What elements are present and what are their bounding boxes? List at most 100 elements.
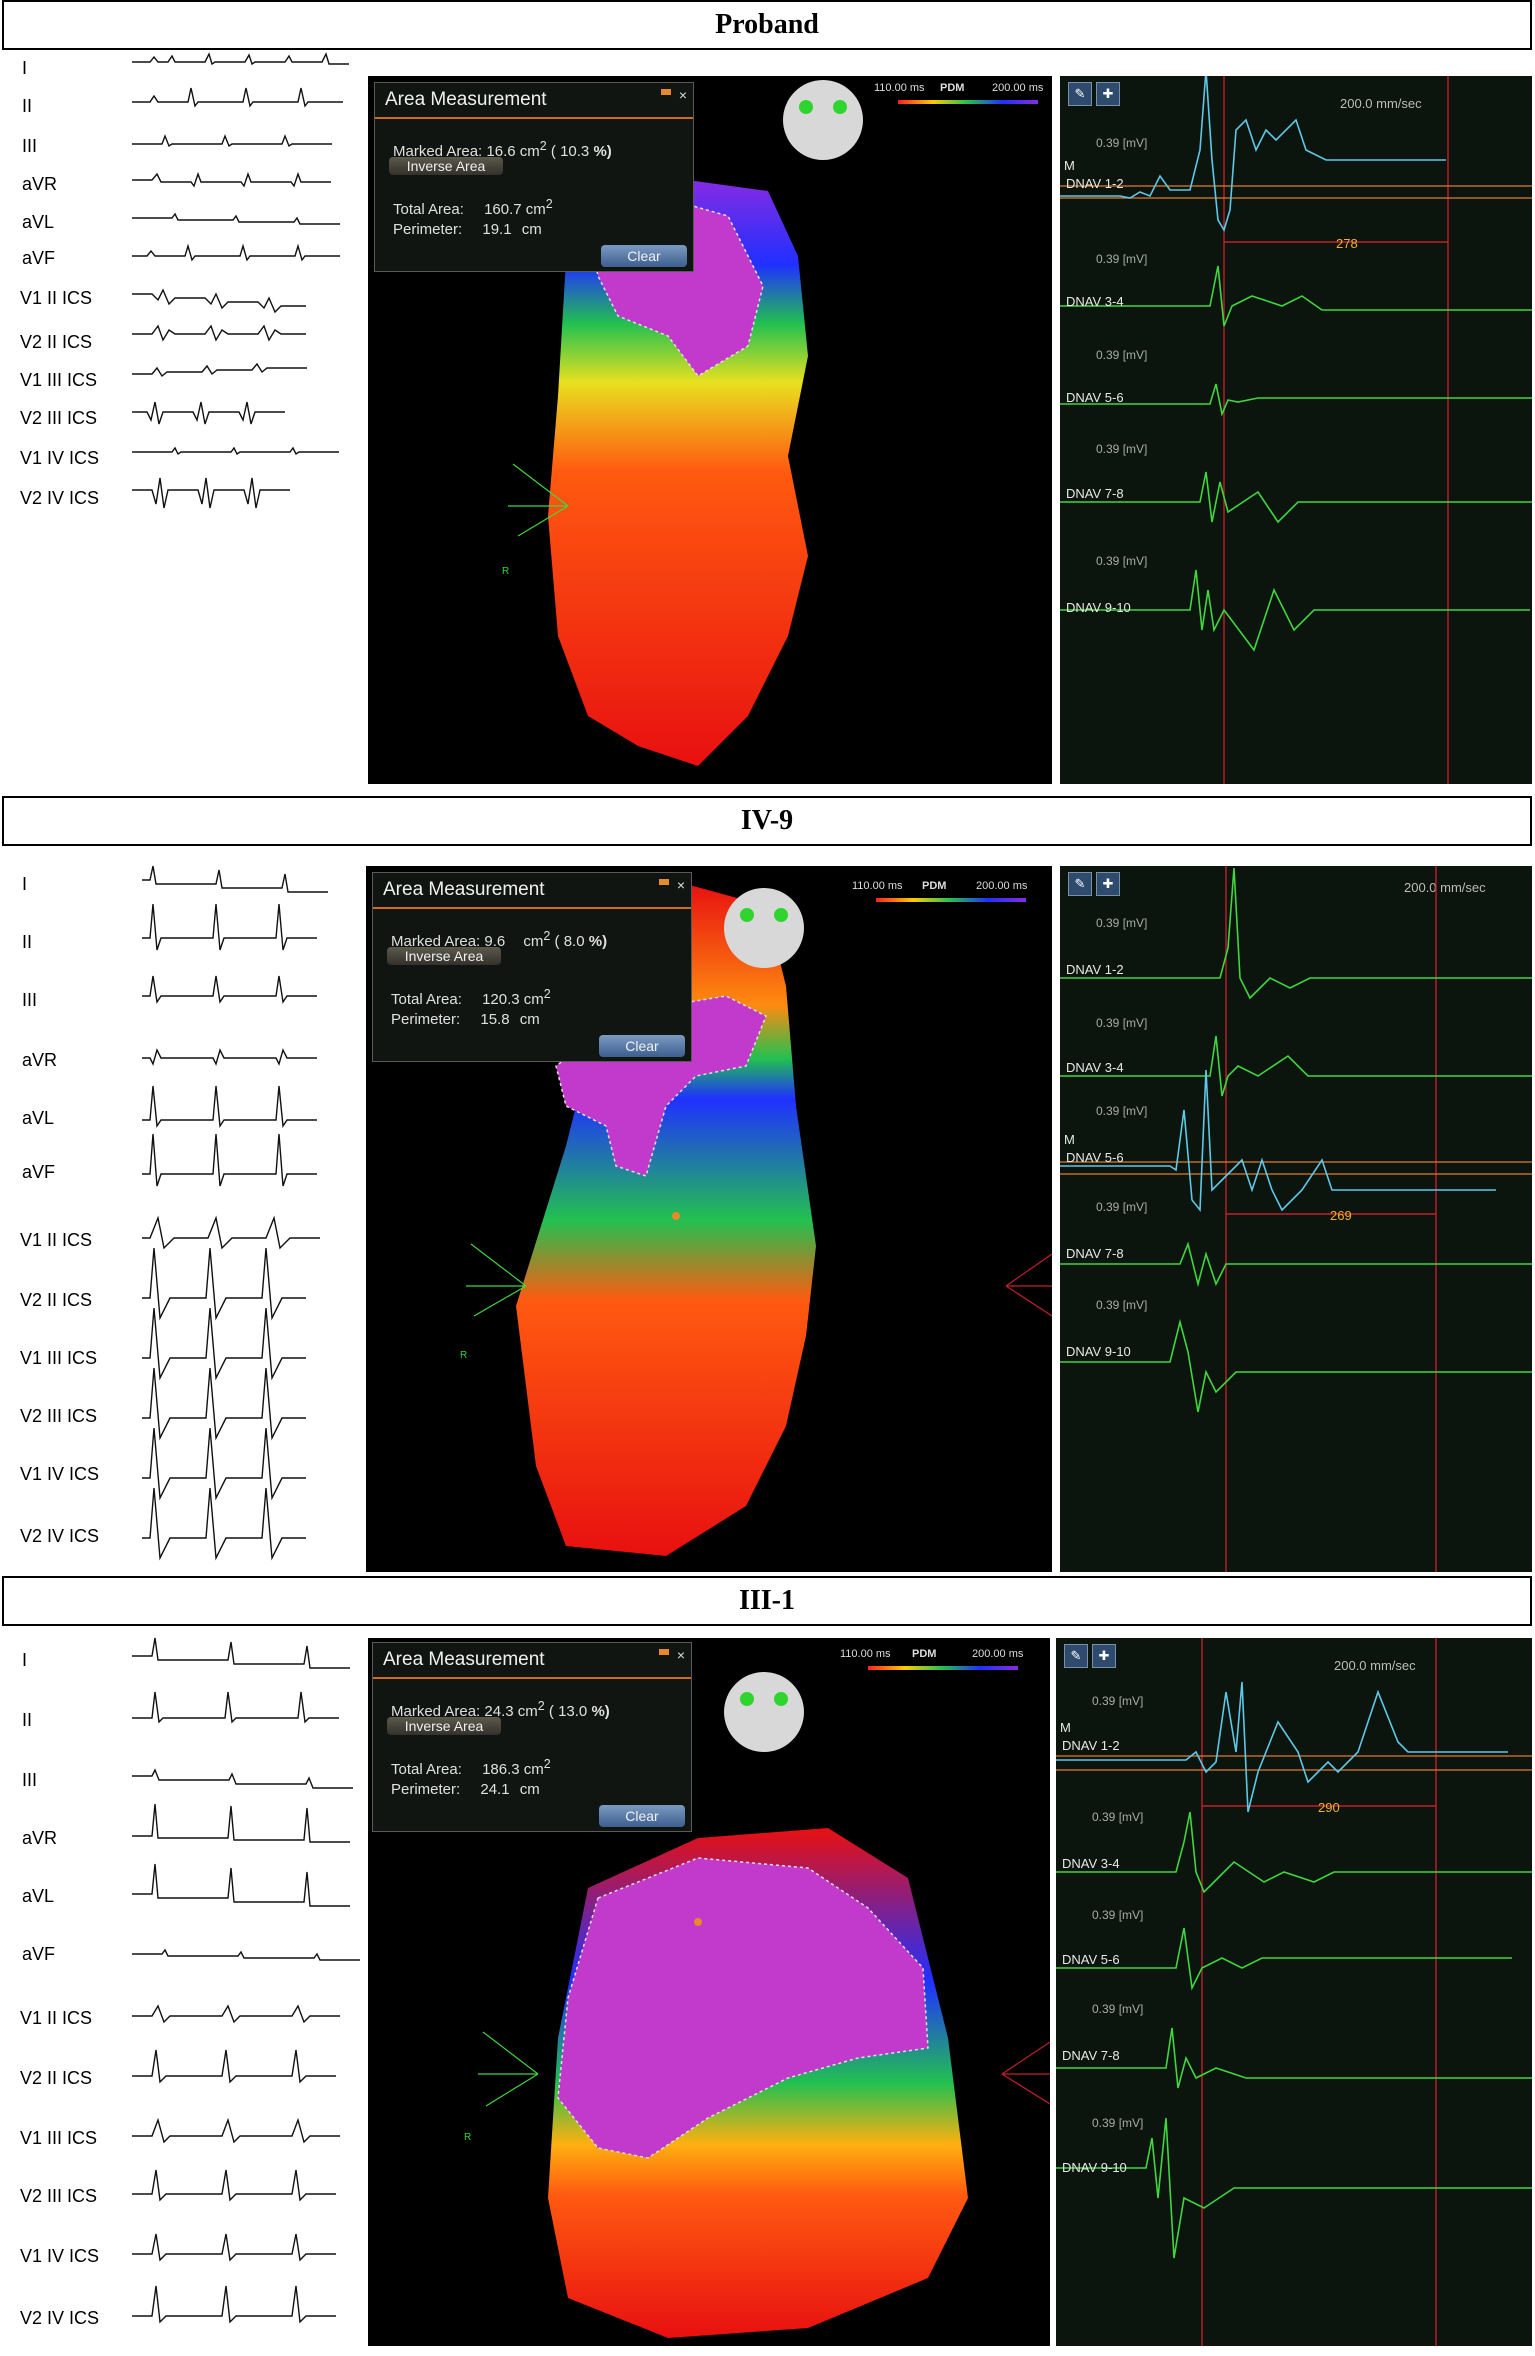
legend-min: 110.00 ms (874, 82, 925, 94)
orientation-face-icon (724, 1672, 804, 1752)
total-area-row: Total Area: 120.3 cm2 (391, 987, 551, 1008)
lead-label: V1 II ICS (20, 1230, 93, 1250)
lead-label: III (22, 990, 38, 1010)
orientation-label: R (464, 2132, 472, 2143)
lead-label: V1 IV ICS (20, 1464, 100, 1484)
gain-label: 0.39 [mV] (1092, 1810, 1144, 1824)
lead-label: V1 III ICS (20, 1348, 98, 1368)
voltage-map-iii1[interactable]: R Area Measurement × Marked Area: 24.3 c… (368, 1638, 1050, 2346)
channel-label: DNAV 3-4 (1066, 1060, 1124, 1075)
lead-label: aVF (22, 248, 56, 268)
orientation-axes (478, 2031, 539, 2107)
lead-label: II (22, 932, 33, 952)
clear-button[interactable]: Clear (601, 245, 687, 267)
legend-label: PDM (922, 880, 947, 892)
gain-label: 0.39 [mV] (1096, 348, 1148, 362)
close-icon[interactable]: × (677, 1647, 685, 1663)
channel-label: DNAV 1-2 (1062, 1738, 1120, 1753)
channel-label: DNAV 9-10 (1066, 1344, 1131, 1359)
panel-title: Area Measurement (375, 83, 693, 119)
marker-dot (694, 1918, 702, 1926)
ecg-leads-proband: I II III aVR aVL aVF V1 II ICS V2 II ICS… (0, 52, 362, 782)
voltage-map-proband[interactable]: R Area Measurement × Marked Area: 16.6 c… (368, 76, 1052, 784)
channel-label: DNAV 5-6 (1066, 390, 1124, 405)
lead-label: aVF (22, 1162, 56, 1182)
lead-label: V2 IV ICS (20, 2308, 100, 2328)
pin-icon[interactable] (659, 879, 669, 885)
channel-label: DNAV 7-8 (1066, 486, 1124, 501)
gain-label: 0.39 [mV] (1096, 252, 1148, 266)
orientation-axes-right (1001, 2041, 1050, 2105)
gain-label: 0.39 [mV] (1092, 1908, 1144, 1922)
orientation-face-icon (724, 888, 804, 968)
marker-label: M (1060, 1720, 1071, 1735)
legend-max: 200.00 ms (992, 82, 1044, 94)
lead-label: I (22, 58, 28, 78)
orientation-label: R (460, 1350, 468, 1361)
legend-colorbar (898, 100, 1038, 104)
egm-panel-proband: ✎ ✚ 200.0 mm/sec 0.39 [mV] M DNAV 1-2 0.3… (1060, 76, 1532, 784)
lead-label: V1 II ICS (20, 288, 93, 308)
channel-label: DNAV 7-8 (1062, 2048, 1120, 2063)
pin-icon[interactable] (661, 89, 671, 95)
gain-label: 0.39 [mV] (1096, 916, 1148, 930)
lead-label: V2 IV ICS (20, 488, 100, 508)
lead-label: V2 II ICS (20, 1290, 93, 1310)
lead-label: V2 II ICS (20, 332, 93, 352)
legend-min: 110.00 ms (852, 880, 903, 892)
perimeter-row: Perimeter: 24.1 cm (391, 1781, 540, 1798)
channel-label: DNAV 3-4 (1062, 1856, 1120, 1871)
close-icon[interactable]: × (679, 87, 687, 103)
clear-button[interactable]: Clear (599, 1035, 685, 1057)
voltage-map-iv9[interactable]: R Area Measurement × Marked Area: 9.6 cm… (366, 866, 1052, 1572)
close-icon[interactable]: × (677, 877, 685, 893)
lead-label: V2 II ICS (20, 2068, 93, 2088)
gain-label: 0.39 [mV] (1096, 1200, 1148, 1214)
egm-panel-iv9: ✎ ✚ 200.0 mm/sec 0.39 [mV] DNAV 1-2 0.39 … (1060, 866, 1532, 1572)
channel-label: DNAV 3-4 (1066, 294, 1124, 309)
clear-button[interactable]: Clear (599, 1805, 685, 1827)
legend-max: 200.00 ms (976, 880, 1028, 892)
lead-label: V1 IV ICS (20, 2246, 100, 2266)
lead-label: II (22, 1710, 33, 1730)
gain-label: 0.39 [mV] (1096, 554, 1148, 568)
legend-colorbar (876, 898, 1026, 902)
orientation-label: R (502, 566, 510, 577)
lead-label: I (22, 874, 28, 894)
channel-label: DNAV 9-10 (1062, 2160, 1127, 2175)
section-title-proband: Proband (2, 0, 1532, 50)
total-area-row: Total Area: 160.7 cm2 (393, 197, 553, 218)
inverse-area-button[interactable]: Inverse Area (389, 157, 503, 175)
pin-icon[interactable] (659, 1649, 669, 1655)
gain-label: 0.39 [mV] (1096, 442, 1148, 456)
interval-label: 278 (1336, 236, 1358, 251)
inverse-area-button[interactable]: Inverse Area (387, 1717, 501, 1735)
lead-label: V1 III ICS (20, 370, 98, 390)
gain-label: 0.39 [mV] (1096, 1298, 1148, 1312)
interval-label: 290 (1318, 1800, 1340, 1815)
ecg-leads-iii1: I II III aVR aVL aVF V1 II ICS V2 II ICS… (0, 1636, 362, 2356)
ecg-leads-iv9: I II III aVR aVL aVF V1 II ICS V2 II ICS… (0, 858, 362, 1578)
interval-label: 269 (1330, 1208, 1352, 1223)
channel-label: DNAV 5-6 (1066, 1150, 1124, 1165)
total-area-row: Total Area: 186.3 cm2 (391, 1757, 551, 1778)
legend-max: 200.00 ms (972, 1648, 1024, 1660)
area-measurement-panel: Area Measurement × Marked Area: 16.6 cm2… (374, 82, 694, 272)
lead-label: aVL (22, 1108, 55, 1128)
channel-label: DNAV 1-2 (1066, 176, 1124, 191)
marker-label: M (1064, 1132, 1075, 1147)
inverse-area-button[interactable]: Inverse Area (387, 947, 501, 965)
egm-panel-iii1: ✎ ✚ 200.0 mm/sec 0.39 [mV] M DNAV 1-2 0.3… (1056, 1638, 1532, 2346)
section-title-iv9: IV-9 (2, 796, 1532, 846)
egm-traces (1056, 1638, 1532, 2346)
channel-label: DNAV 7-8 (1066, 1246, 1124, 1261)
lead-label: V1 II ICS (20, 2008, 93, 2028)
egm-traces (1060, 866, 1532, 1572)
lead-label: aVR (22, 1050, 58, 1070)
gain-label: 0.39 [mV] (1092, 2002, 1144, 2016)
legend-label: PDM (940, 82, 965, 94)
gain-label: 0.39 [mV] (1092, 2116, 1144, 2130)
lead-label: III (22, 136, 38, 156)
lead-label: aVF (22, 1944, 56, 1964)
lead-label: II (22, 96, 33, 116)
